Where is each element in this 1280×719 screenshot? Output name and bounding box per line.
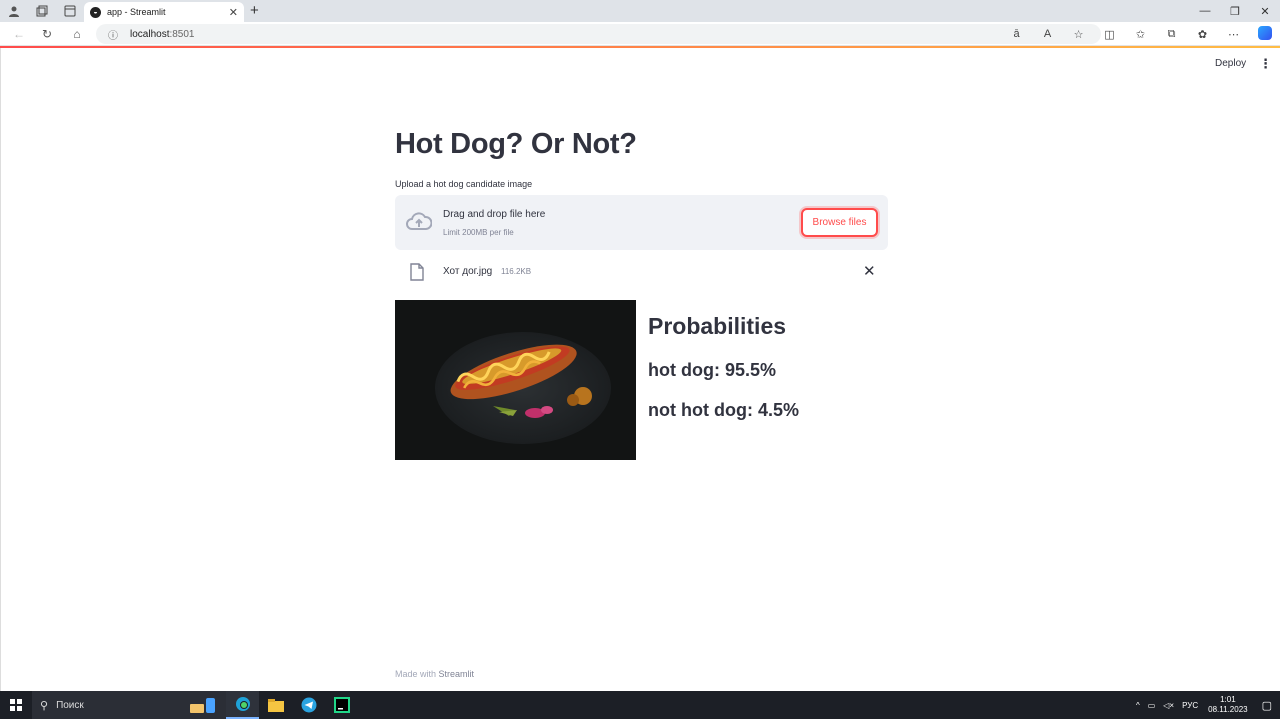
back-icon[interactable]: ←	[4, 22, 34, 46]
clock-time: 1:01	[1220, 695, 1236, 704]
streamlit-app: Deploy ⋮ Hot Dog? Or Not? Upload a hot d…	[0, 48, 1280, 691]
file-icon	[410, 263, 424, 281]
minimize-icon[interactable]: —	[1190, 0, 1220, 22]
uploader-label: Upload a hot dog candidate image	[395, 179, 533, 189]
site-info-icon[interactable]: ⓘ	[108, 27, 118, 42]
browse-files-button[interactable]: Browse files	[801, 208, 878, 237]
favorite-star-icon[interactable]: ☆	[1063, 28, 1094, 41]
taskbar-clock[interactable]: 1:01 08.11.2023	[1208, 695, 1247, 715]
probability-not-hot-dog: not hot dog: 4.5%	[648, 400, 799, 420]
reload-icon[interactable]: ↻	[32, 22, 62, 46]
url-field[interactable]: ⓘ localhost:8501	[96, 24, 1101, 44]
search-icon: ⚲	[40, 699, 49, 712]
cloud-upload-icon	[406, 212, 432, 230]
footer-made-with: Made with	[395, 669, 437, 679]
battery-icon[interactable]: ▭	[1148, 701, 1156, 710]
footer-streamlit-link[interactable]: Streamlit	[439, 669, 475, 679]
taskbar-telegram-icon[interactable]	[292, 691, 325, 719]
footer: Made with Streamlit	[395, 669, 474, 679]
tray-chevron-icon[interactable]: ^	[1136, 701, 1140, 710]
url-port: :8501	[169, 28, 195, 40]
browser-tab-active[interactable]: ◒ app - Streamlit ✕	[84, 2, 244, 22]
uploaded-file-row: Хот дог.jpg 116.2KB ✕	[395, 260, 888, 286]
extensions-icon[interactable]: ✿	[1187, 28, 1218, 41]
home-icon[interactable]: ⌂	[62, 22, 92, 46]
uploaded-file-size: 116.2KB	[501, 267, 532, 276]
streamlit-favicon-icon: ◒	[90, 6, 101, 18]
tab-title: app - Streamlit	[107, 7, 166, 17]
deploy-button[interactable]: Deploy	[1215, 58, 1246, 69]
dropzone-instructions: Drag and drop file here	[443, 209, 546, 220]
close-tab-icon[interactable]: ✕	[229, 6, 238, 19]
probabilities-heading: Probabilities	[648, 313, 787, 339]
read-aloud-icon[interactable]: A	[1032, 28, 1063, 40]
search-highlight-icon	[188, 696, 218, 714]
taskbar-search-input[interactable]: ⚲ Поиск	[32, 691, 226, 719]
keyboard-language[interactable]: РУС	[1182, 701, 1198, 710]
windows-start-icon[interactable]	[10, 699, 22, 711]
uploaded-file-name: Хот дог.jpg	[443, 266, 493, 277]
taskbar-edge-icon[interactable]	[226, 691, 259, 719]
taskbar-pycharm-icon[interactable]	[325, 691, 358, 719]
browser-tab-strip: ◒ app - Streamlit ✕ + — ❐ ✕	[0, 0, 1280, 22]
translate-icon[interactable]: ā	[1001, 28, 1032, 40]
notifications-icon[interactable]: ▢	[1262, 699, 1272, 712]
clock-date: 08.11.2023	[1208, 705, 1248, 714]
volume-icon[interactable]: ◁×	[1163, 701, 1174, 710]
page-title: Hot Dog? Or Not?	[395, 128, 637, 160]
favorites-icon[interactable]: ✩	[1125, 28, 1156, 41]
windows-taskbar: ⚲ Поиск ^ ▭ ◁× РУС 1:01 08.11.2023 ▢	[0, 691, 1280, 719]
dropzone-limit: Limit 200MB per file	[443, 228, 514, 237]
main-menu-icon[interactable]: ⋮	[1259, 56, 1272, 72]
close-window-icon[interactable]: ✕	[1250, 0, 1280, 22]
taskbar-explorer-icon[interactable]	[259, 691, 292, 719]
restore-icon[interactable]: ❐	[1220, 0, 1250, 22]
remove-file-icon[interactable]: ✕	[863, 262, 876, 280]
tab-actions-icon[interactable]	[56, 0, 84, 22]
url-host: localhost	[130, 28, 170, 40]
system-tray: ^ ▭ ◁× РУС 1:01 08.11.2023 ▢	[1132, 691, 1280, 719]
probability-hot-dog: hot dog: 95.5%	[648, 360, 777, 380]
collections-icon[interactable]: ⧉	[1156, 28, 1187, 41]
workspaces-icon[interactable]	[28, 0, 56, 22]
split-screen-icon[interactable]: ◫	[1094, 28, 1125, 41]
hot-dog-image	[395, 300, 636, 460]
more-menu-icon[interactable]: ⋯	[1218, 28, 1249, 41]
address-bar-row: ← ↻ ⌂ ⓘ localhost:8501 ā A ☆ ◫ ✩ ⧉ ✿ ⋯	[0, 22, 1280, 46]
copilot-icon[interactable]	[1249, 25, 1280, 43]
new-tab-icon[interactable]: +	[250, 2, 259, 19]
taskbar-search-placeholder: Поиск	[56, 699, 84, 711]
file-dropzone[interactable]: Drag and drop file here Limit 200MB per …	[395, 195, 888, 250]
profile-icon[interactable]	[0, 0, 28, 22]
